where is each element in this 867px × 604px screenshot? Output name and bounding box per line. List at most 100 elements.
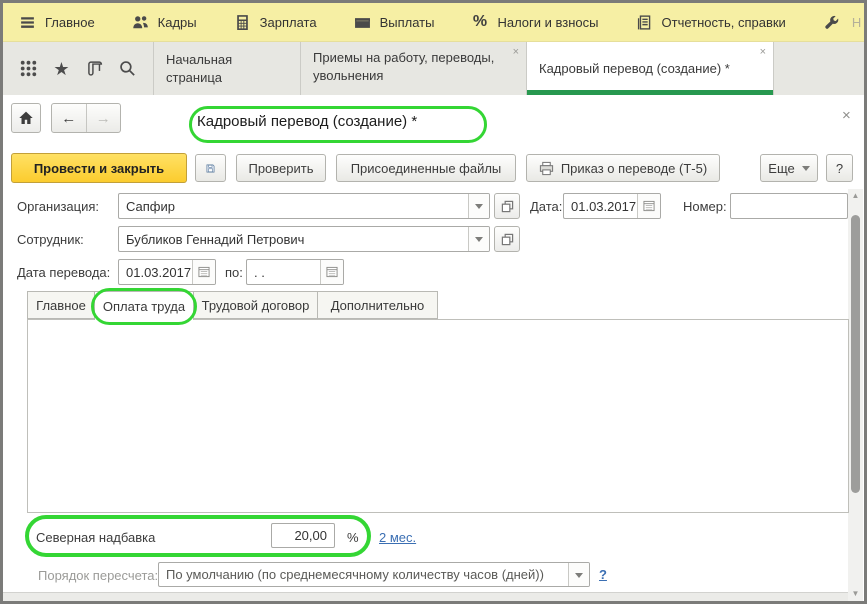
printer-icon	[539, 161, 554, 176]
active-tab-indicator	[527, 90, 773, 95]
detail-tab-label: Главное	[36, 298, 86, 313]
app-window: Главное Кадры Зарплата Выплаты % Налоги …	[0, 0, 867, 604]
calendar-icon	[643, 200, 655, 212]
number-input[interactable]	[730, 193, 848, 219]
menu-label: Зарплата	[260, 15, 317, 30]
northern-allowance-input[interactable]: 20,00	[271, 523, 335, 548]
percent-unit-label: %	[347, 530, 359, 545]
percent-icon: %	[471, 14, 488, 31]
menu-item-nalogi[interactable]: % Налоги и взносы	[471, 14, 598, 31]
home-icon	[18, 110, 34, 126]
save-button[interactable]	[195, 154, 226, 182]
number-label: Номер:	[683, 199, 727, 214]
number-value	[731, 194, 847, 218]
menu-label: Отчетность, справки	[662, 15, 786, 30]
search-icon[interactable]	[118, 59, 137, 78]
transfer-date-calendar-button[interactable]	[192, 260, 215, 284]
menu-overflow-text: Н	[852, 15, 861, 30]
history-icon[interactable]	[85, 59, 104, 78]
employee-input[interactable]: Бубликов Геннадий Петрович	[118, 226, 490, 252]
check-button[interactable]: Проверить	[236, 154, 326, 182]
date-input[interactable]: 01.03.2017	[563, 193, 661, 219]
date-value: 01.03.2017	[564, 194, 637, 218]
transfer-date-value: 01.03.2017	[119, 260, 192, 284]
to-label: по:	[225, 265, 243, 280]
tab-personnel-transfer[interactable]: Кадровый перевод (создание) * ×	[526, 42, 774, 95]
northern-allowance-value: 20,00	[272, 524, 334, 547]
calendar-icon	[198, 266, 210, 278]
menu-label: Выплаты	[380, 15, 435, 30]
recalc-dropdown-button[interactable]	[568, 563, 589, 586]
northern-allowance-label: Северная надбавка	[36, 530, 155, 545]
attached-files-button[interactable]: Присоединенные файлы	[336, 154, 516, 182]
tab-start-page[interactable]: Начальная страница	[153, 42, 300, 95]
detail-tab-contract[interactable]: Трудовой договор	[193, 291, 318, 319]
date-calendar-button[interactable]	[637, 194, 660, 218]
transfer-order-button[interactable]: Приказ о переводе (Т-5)	[526, 154, 720, 182]
org-open-button[interactable]	[494, 193, 520, 219]
date-label: Дата:	[530, 199, 562, 214]
recalc-order-value: По умолчанию (по среднемесячному количес…	[159, 563, 568, 586]
detail-tab-additional[interactable]: Дополнительно	[317, 291, 438, 319]
org-dropdown-button[interactable]	[468, 194, 489, 218]
menu-right-tools: Н ▶	[823, 14, 867, 31]
org-label: Организация:	[17, 199, 99, 214]
forward-button[interactable]: →	[87, 104, 121, 132]
to-date-calendar-button[interactable]	[320, 260, 343, 284]
people-icon	[132, 14, 149, 31]
hamburger-icon	[19, 14, 36, 31]
favorites-star-icon[interactable]: ★	[52, 59, 71, 78]
scroll-up-icon[interactable]: ▲	[852, 189, 860, 203]
recalc-order-select[interactable]: По умолчанию (по среднемесячному количес…	[158, 562, 590, 587]
chevron-down-icon	[475, 204, 483, 213]
employee-open-button[interactable]	[494, 226, 520, 252]
menu-item-otchetnost[interactable]: Отчетность, справки	[636, 14, 786, 31]
detail-tab-pay[interactable]: Оплата труда	[94, 291, 194, 320]
transfer-order-label: Приказ о переводе (Т-5)	[561, 161, 707, 176]
menu-label: Кадры	[158, 15, 197, 30]
detail-tab-main[interactable]: Главное	[27, 291, 95, 319]
post-and-close-button[interactable]: Провести и закрыть	[11, 153, 187, 183]
chevron-down-icon	[475, 237, 483, 246]
tab-close-icon[interactable]: ×	[513, 47, 519, 58]
menu-item-zarplata[interactable]: Зарплата	[234, 14, 317, 31]
chevron-down-icon	[575, 573, 583, 582]
open-icon	[501, 200, 514, 213]
more-label: Еще	[768, 161, 794, 176]
calculator-icon	[234, 14, 251, 31]
card-icon	[354, 14, 371, 31]
vertical-scrollbar[interactable]: ▲ ▼	[848, 189, 863, 601]
recalc-order-label: Порядок пересчета:	[38, 568, 158, 583]
scrollbar-track[interactable]	[848, 203, 863, 587]
recalc-help-link[interactable]: ?	[599, 567, 607, 582]
scroll-down-icon[interactable]: ▼	[852, 587, 860, 601]
wrench-icon[interactable]	[823, 14, 840, 31]
report-icon	[636, 14, 653, 31]
service-menu-icon[interactable]	[19, 59, 38, 78]
scrollbar-thumb[interactable]	[851, 215, 860, 493]
to-date-value: . .	[247, 260, 320, 284]
transfer-date-input[interactable]: 01.03.2017	[118, 259, 216, 285]
months-link[interactable]: 2 мес.	[379, 530, 416, 545]
history-nav-group: ← →	[51, 103, 121, 133]
home-button[interactable]	[11, 103, 41, 133]
back-button[interactable]: ←	[52, 104, 87, 132]
detail-tab-label: Трудовой договор	[202, 298, 310, 313]
to-date-input[interactable]: . .	[246, 259, 344, 285]
chevron-down-icon	[802, 166, 810, 175]
more-button-top[interactable]: Еще	[760, 154, 818, 182]
employee-value: Бубликов Геннадий Петрович	[119, 227, 468, 251]
calendar-icon	[326, 266, 338, 278]
org-input[interactable]: Сапфир	[118, 193, 490, 219]
tab-close-icon[interactable]: ×	[760, 47, 766, 58]
help-button[interactable]: ?	[826, 154, 853, 182]
close-form-icon[interactable]: ×	[842, 107, 851, 124]
pay-tab-panel	[27, 319, 849, 513]
menu-item-kadry[interactable]: Кадры	[132, 14, 197, 31]
tab-hires-transfers[interactable]: Приемы на работу, переводы, увольнения ×	[300, 42, 526, 95]
menu-item-main[interactable]: Главное	[19, 14, 95, 31]
menu-item-vyplaty[interactable]: Выплаты	[354, 14, 435, 31]
quick-tools: ★	[3, 42, 153, 95]
employee-dropdown-button[interactable]	[468, 227, 489, 251]
form-footer	[3, 592, 848, 604]
